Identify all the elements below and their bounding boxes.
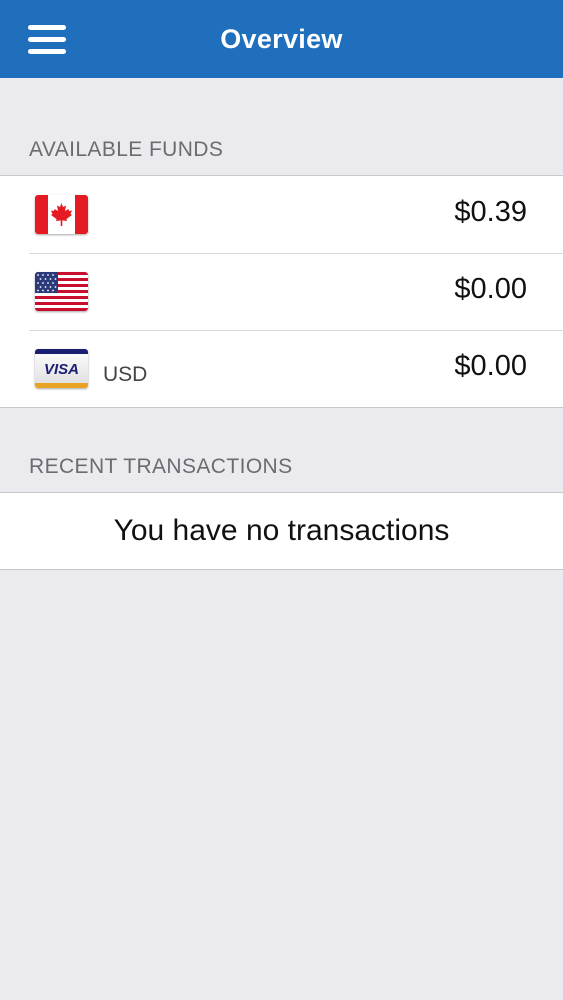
page-title: Overview bbox=[220, 23, 343, 54]
available-funds-header: AVAILABLE FUNDS bbox=[29, 138, 224, 161]
recent-transactions-header: RECENT TRANSACTIONS bbox=[29, 455, 293, 478]
fund-amount: $0.00 bbox=[454, 350, 527, 382]
fund-currency-label: USD bbox=[103, 363, 148, 386]
fund-row-visa[interactable]: VISA USD $0.00 bbox=[0, 330, 563, 407]
canada-flag-icon bbox=[35, 195, 88, 234]
hamburger-menu-icon[interactable] bbox=[22, 20, 68, 58]
usa-flag-icon bbox=[35, 272, 88, 311]
top-nav-bar: Overview bbox=[0, 0, 563, 78]
svg-text:VISA: VISA bbox=[44, 361, 79, 378]
visa-card-icon: VISA bbox=[35, 349, 88, 388]
transactions-list: You have no transactions bbox=[0, 492, 563, 570]
fund-amount: $0.00 bbox=[454, 273, 527, 305]
funds-list: $0.39 $0.00 VISA USD $0.00 bbox=[0, 175, 563, 408]
fund-row-usd[interactable]: $0.00 bbox=[0, 253, 563, 330]
fund-row-cad[interactable]: $0.39 bbox=[0, 176, 563, 253]
no-transactions-message: You have no transactions bbox=[113, 514, 450, 547]
fund-amount: $0.39 bbox=[454, 196, 527, 228]
